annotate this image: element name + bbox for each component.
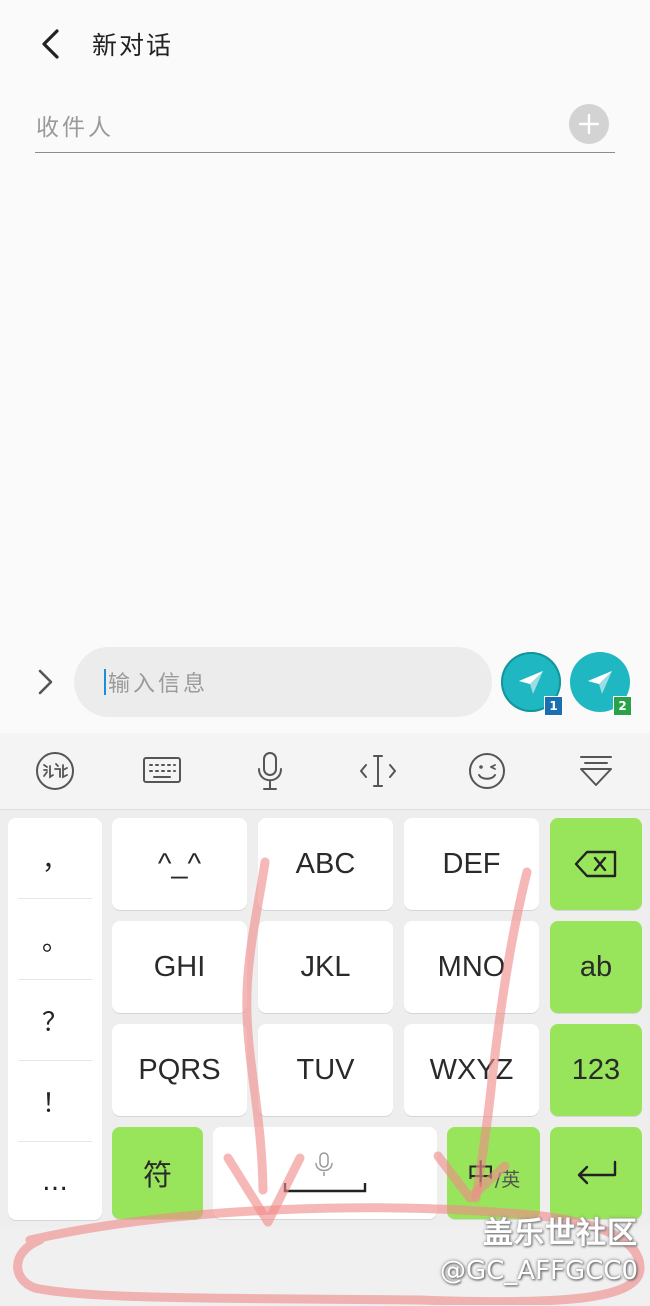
language-sub-label: /英 xyxy=(494,1168,521,1191)
emoji-button[interactable] xyxy=(459,745,515,797)
text-cursor xyxy=(104,669,106,695)
chevron-left-icon xyxy=(42,29,59,59)
ab-layout-key[interactable]: ab xyxy=(550,921,642,1013)
hide-keyboard-button[interactable] xyxy=(568,745,624,797)
enter-icon xyxy=(577,1160,617,1185)
key-tuv[interactable]: TUV xyxy=(258,1024,393,1116)
chevron-right-icon xyxy=(38,669,53,695)
key-pqrs[interactable]: PQRS xyxy=(112,1024,247,1116)
cursor-icon xyxy=(360,755,396,787)
space-key[interactable] xyxy=(213,1127,437,1219)
recipient-divider xyxy=(35,152,615,153)
message-placeholder: 输入信息 xyxy=(108,672,209,697)
sim2-badge: 2 xyxy=(613,696,632,716)
keyboard-toolbar xyxy=(0,733,650,810)
backspace-icon xyxy=(574,850,617,878)
language-main-label: 中 xyxy=(466,1158,495,1191)
key-def[interactable]: DEF xyxy=(404,818,539,910)
symbol-panel-key[interactable]: 符 xyxy=(112,1127,203,1219)
ifly-icon xyxy=(36,752,74,790)
enter-key[interactable] xyxy=(550,1127,642,1219)
key-emoticon[interactable]: ^_^ xyxy=(112,818,247,910)
keyboard-switch-button[interactable] xyxy=(134,745,190,797)
symbol-key-comma[interactable]: ， xyxy=(8,818,102,898)
recipient-input[interactable]: 收件人 xyxy=(36,108,114,142)
key-mno[interactable]: MNO xyxy=(404,921,539,1013)
plus-icon xyxy=(578,113,600,135)
back-button[interactable] xyxy=(30,22,70,66)
send-icon xyxy=(588,671,612,694)
key-ghi[interactable]: GHI xyxy=(112,921,247,1013)
symbol-key-period[interactable]: 。 xyxy=(8,899,102,979)
voice-input-button[interactable] xyxy=(242,745,298,797)
page-title: 新对话 xyxy=(92,31,174,60)
expand-options-button[interactable] xyxy=(28,662,62,702)
watermark-handle: @GC_AFFGCC0 xyxy=(440,1256,638,1286)
symbol-key-ellipsis[interactable]: … xyxy=(8,1142,102,1222)
add-recipient-button[interactable] xyxy=(569,104,609,144)
sim1-badge: 1 xyxy=(544,696,563,716)
number-layout-key[interactable]: 123 xyxy=(550,1024,642,1116)
send-sim2-button[interactable]: 2 xyxy=(570,652,632,716)
key-jkl[interactable]: JKL xyxy=(258,921,393,1013)
send-icon xyxy=(519,671,543,694)
ifly-button[interactable] xyxy=(27,745,83,797)
key-abc[interactable]: ABC xyxy=(258,818,393,910)
watermark-title: 盖乐世社区 xyxy=(483,1216,638,1251)
hide-keyboard-icon xyxy=(580,756,612,786)
language-switch-key[interactable]: 中/英 xyxy=(447,1127,540,1219)
symbol-key-exclamation[interactable]: ！ xyxy=(8,1061,102,1141)
microphone-icon xyxy=(258,752,282,790)
cursor-control-button[interactable] xyxy=(350,745,406,797)
emoji-icon xyxy=(469,753,505,789)
send-sim1-button[interactable]: 1 xyxy=(501,652,563,716)
symbol-key-question[interactable]: ？ xyxy=(8,980,102,1060)
key-wxyz[interactable]: WXYZ xyxy=(404,1024,539,1116)
backspace-key[interactable] xyxy=(550,818,642,910)
keyboard-icon xyxy=(143,757,181,783)
space-icon xyxy=(283,1152,367,1193)
